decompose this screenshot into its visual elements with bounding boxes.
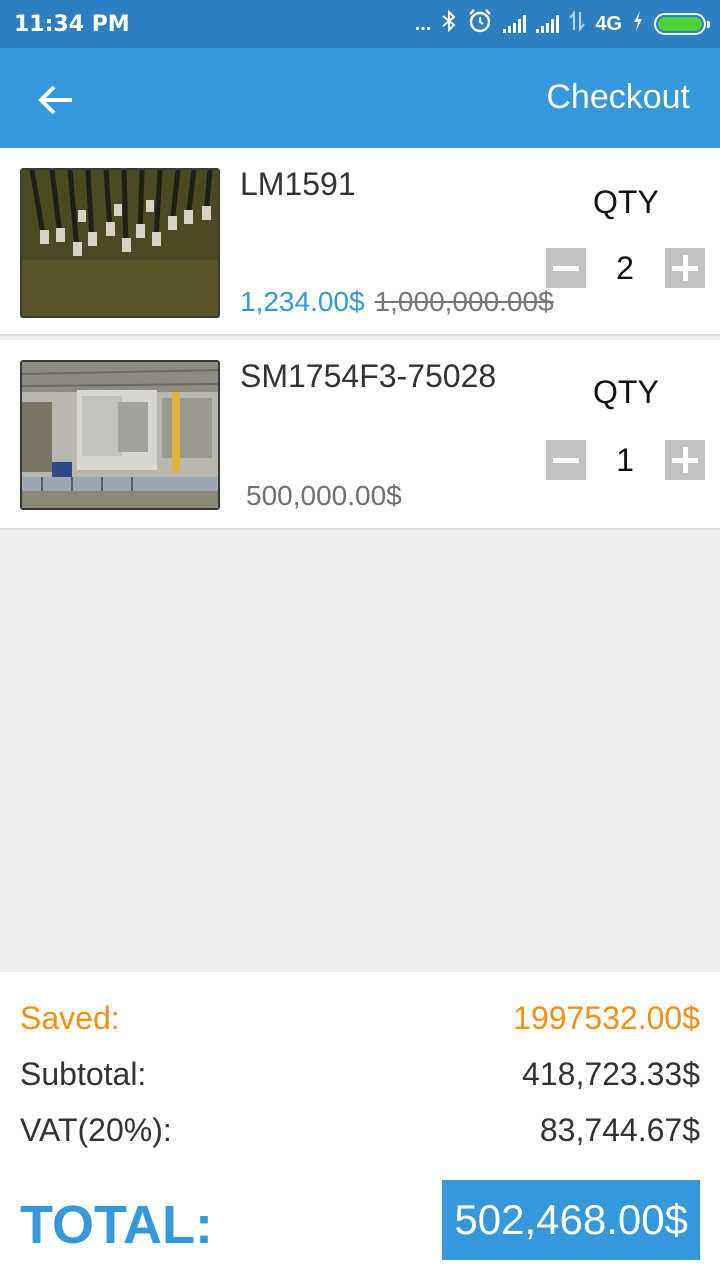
status-time: 11:34 PM: [14, 12, 130, 37]
arrow-left-icon: [38, 85, 72, 115]
factory-machine-photo: [22, 362, 218, 508]
bluetooth-icon: [441, 9, 457, 39]
increase-qty-button[interactable]: [665, 440, 705, 480]
app-bar: Checkout: [0, 48, 720, 148]
alarm-icon: [467, 8, 493, 40]
decrease-qty-button[interactable]: [546, 248, 586, 288]
charging-icon: [632, 10, 644, 38]
more-dots: ...: [414, 12, 432, 35]
product-name[interactable]: LM1591: [240, 166, 356, 203]
qty-value: 1: [616, 442, 634, 478]
product-name[interactable]: SM1754F3-75028: [240, 358, 496, 395]
status-icons: ... 4G: [414, 8, 710, 40]
vat-value: 83,744.67$: [539, 1112, 700, 1148]
sale-price: 1,234.00$: [240, 286, 365, 317]
saved-label: Saved:: [20, 1000, 120, 1036]
signal-icon: [503, 15, 527, 33]
steel-rods-photo: [22, 170, 218, 316]
saved-value: 1997532.00$: [513, 1000, 700, 1036]
back-button[interactable]: [26, 70, 86, 130]
minus-icon: [553, 457, 579, 463]
battery-icon: [654, 13, 710, 35]
increase-qty-button[interactable]: [665, 248, 705, 288]
order-summary: Saved: 1997532.00$ Subtotal: 418,723.33$…: [0, 972, 720, 1280]
subtotal-value: 418,723.33$: [522, 1056, 700, 1092]
decrease-qty-button[interactable]: [546, 440, 586, 480]
saved-row: Saved: 1997532.00$: [20, 1000, 700, 1037]
cart-item: LM1591 1,234.00$ 1,000,000.00$ QTY 2: [0, 148, 720, 336]
status-bar: 11:34 PM ... 4G: [0, 0, 720, 48]
qty-value: 2: [616, 250, 634, 286]
network-type: 4G: [595, 12, 622, 35]
price-row: 1,234.00$ 1,000,000.00$: [240, 286, 554, 318]
vat-label: VAT(20%):: [20, 1112, 172, 1148]
original-price: 1,000,000.00$: [374, 286, 554, 317]
qty-label: QTY: [593, 184, 659, 220]
total-value: 502,468.00$: [442, 1180, 700, 1260]
qty-label: QTY: [593, 374, 659, 410]
signal-icon: [536, 15, 560, 33]
vat-row: VAT(20%): 83,744.67$: [20, 1112, 700, 1149]
price: 500,000.00$: [246, 480, 402, 511]
checkout-button[interactable]: Checkout: [546, 78, 690, 117]
subtotal-row: Subtotal: 418,723.33$: [20, 1056, 700, 1093]
price-row: 500,000.00$: [246, 480, 402, 512]
cart-item: SM1754F3-75028 500,000.00$ QTY 1: [0, 340, 720, 530]
product-image[interactable]: [20, 168, 220, 318]
product-image[interactable]: [20, 360, 220, 510]
total-label: TOTAL:: [20, 1195, 213, 1255]
data-transfer-icon: [569, 10, 586, 38]
subtotal-label: Subtotal:: [20, 1056, 147, 1092]
minus-icon: [553, 265, 579, 271]
